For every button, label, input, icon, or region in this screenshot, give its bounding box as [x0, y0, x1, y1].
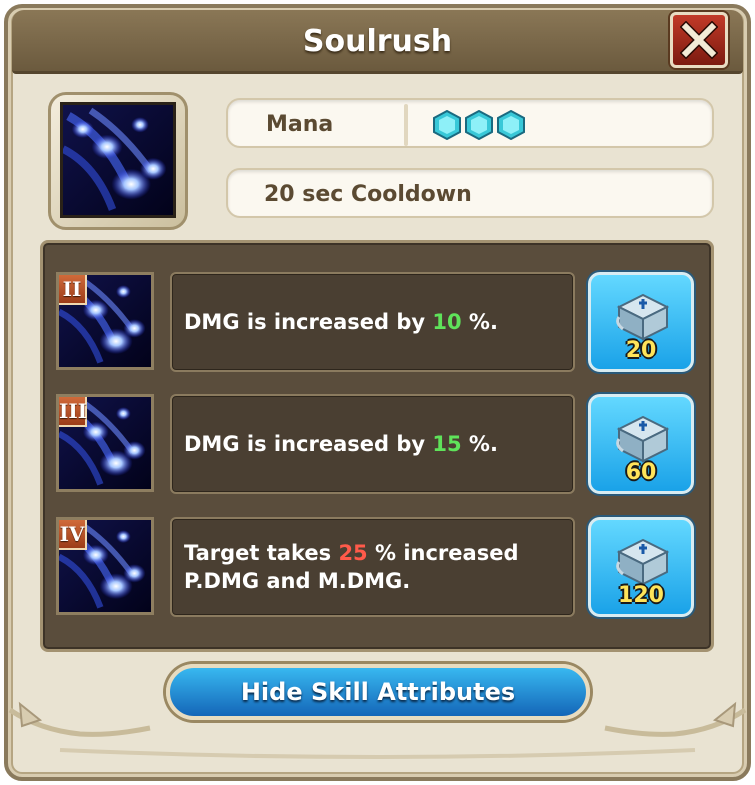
attribute-value: 15	[432, 432, 462, 456]
book-cost: 120	[618, 583, 664, 608]
rank-badge: III	[59, 397, 87, 427]
attribute-description: DMG is increased by 15 %.	[170, 394, 575, 494]
description-line: DMG is increased by 10 %.	[184, 310, 573, 334]
mana-label: Mana	[266, 112, 334, 137]
cooldown-bar: 20 sec Cooldown	[226, 168, 714, 218]
unlock-attribute-button[interactable]: 20	[588, 272, 694, 372]
description-text: DMG is increased by	[184, 310, 433, 334]
close-icon	[680, 21, 718, 59]
description-line: DMG is increased by 15 %.	[184, 432, 573, 456]
mana-gem-icon	[465, 110, 493, 140]
description-line-2: P.DMG and M.DMG.	[184, 569, 411, 593]
skill-book-icon	[613, 287, 673, 343]
description-text: % increased	[367, 541, 519, 565]
title-bar: Soulrush	[12, 10, 743, 74]
close-button[interactable]	[670, 12, 728, 68]
divider	[404, 104, 408, 146]
mana-gem-icon	[497, 110, 525, 140]
rank-badge: II	[59, 275, 87, 305]
rank-badge: IV	[59, 520, 87, 550]
skill-book-icon	[613, 532, 673, 588]
description-text: %.	[461, 432, 498, 456]
mana-gem-icon	[433, 110, 461, 140]
attribute-icon: II	[56, 272, 154, 370]
cooldown-text: 20 sec Cooldown	[264, 182, 472, 207]
skill-portrait	[38, 92, 198, 230]
description-line: Target takes 25 % increased	[184, 541, 573, 565]
skill-book-icon	[613, 409, 673, 465]
description-text: %.	[461, 310, 498, 334]
attribute-value: 25	[338, 541, 368, 565]
soulrush-skill-icon	[60, 102, 176, 218]
book-cost: 60	[625, 460, 657, 485]
attribute-icon: III	[56, 394, 154, 492]
dialog-title: Soulrush	[302, 24, 453, 59]
description-text: Target takes	[184, 541, 339, 565]
attribute-icon: IV	[56, 517, 154, 615]
unlock-attribute-button[interactable]: 120	[588, 517, 694, 617]
attribute-value: 10	[432, 310, 462, 334]
description-text: DMG is increased by	[184, 432, 433, 456]
attribute-description: Target takes 25 % increased P.DMG and M.D…	[170, 517, 575, 617]
unlock-attribute-button[interactable]: 60	[588, 394, 694, 494]
attribute-description: DMG is increased by 10 %.	[170, 272, 575, 372]
hide-skill-attributes-button[interactable]: Hide Skill Attributes	[166, 664, 590, 720]
book-cost: 20	[625, 338, 657, 363]
mana-cost-bar: Mana	[226, 98, 714, 148]
